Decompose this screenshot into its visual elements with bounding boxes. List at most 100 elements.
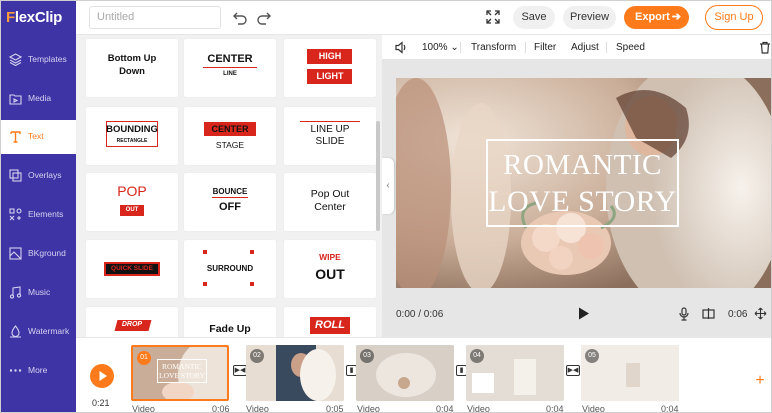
sidebar-item-bkground[interactable]: BKground bbox=[1, 237, 76, 271]
preset-line-2: LINE bbox=[223, 71, 237, 77]
sidebar-item-text[interactable]: Text bbox=[1, 120, 76, 154]
watermark-icon bbox=[10, 325, 21, 338]
editor-area: 100% ⌄ Transform Filter Adjust Speed ROM… bbox=[382, 35, 771, 337]
duration-time: 0:06 bbox=[728, 309, 748, 320]
video-title-overlay[interactable]: ROMANTIC LOVE STORY bbox=[486, 139, 679, 227]
text-preset-card[interactable]: SURROUND bbox=[184, 240, 276, 298]
chevron-left-icon: ‹ bbox=[386, 180, 390, 191]
text-preset-card[interactable]: LINE UP SLIDE bbox=[284, 107, 376, 165]
save-button[interactable]: Save bbox=[513, 6, 555, 29]
sidebar-item-media[interactable]: Media bbox=[1, 82, 76, 116]
preset-line-1: Fade Up bbox=[209, 323, 251, 335]
preset-line-2: Center bbox=[314, 201, 346, 213]
transform-button[interactable]: Transform bbox=[471, 42, 516, 53]
text-preset-card[interactable]: Bottom Up Down bbox=[86, 39, 178, 97]
timeline-clip[interactable]: 04 bbox=[466, 345, 564, 401]
preset-line-1: POP bbox=[117, 183, 147, 199]
sidebar-item-label: Templates bbox=[28, 54, 67, 64]
speaker-icon[interactable] bbox=[395, 41, 408, 54]
clip-type-label: Video bbox=[246, 404, 269, 413]
fullscreen-icon[interactable] bbox=[754, 307, 767, 320]
collapse-panel-handle[interactable]: ‹ bbox=[382, 158, 394, 214]
sidebar-item-templates[interactable]: Templates bbox=[1, 43, 76, 77]
zoom-select[interactable]: 100% ⌄ bbox=[422, 42, 459, 53]
timeline-clip[interactable]: ROMANTIC LOVE STORY 01 bbox=[131, 345, 229, 401]
sidebar-item-music[interactable]: Music bbox=[1, 276, 76, 310]
timeline-play-button[interactable] bbox=[90, 364, 114, 388]
adjust-button[interactable]: Adjust bbox=[571, 42, 599, 53]
preset-line-1: LINE UP bbox=[310, 124, 350, 135]
fit-screen-icon[interactable] bbox=[486, 10, 500, 24]
timeline-clip[interactable]: 02 bbox=[246, 345, 344, 401]
clip-title-overlay: ROMANTIC LOVE STORY bbox=[157, 359, 207, 383]
timeline: 0:21 ROMANTIC LOVE STORY 01 Video 0:06 ▶… bbox=[76, 337, 771, 413]
text-preset-card[interactable]: BOUNDING RECTANGLE bbox=[86, 107, 178, 165]
preset-line-1: Pop Out bbox=[310, 188, 350, 200]
trash-icon[interactable] bbox=[759, 41, 771, 54]
timeline-clip[interactable]: 05 bbox=[581, 345, 679, 401]
text-preset-card[interactable]: BOUNCE OFF bbox=[184, 173, 276, 231]
text-icon bbox=[10, 131, 21, 143]
sidebar-item-more[interactable]: More bbox=[1, 354, 76, 388]
flexclip-logo[interactable]: FlexClip bbox=[6, 9, 62, 26]
text-preset-card[interactable]: CENTER LINE bbox=[184, 39, 276, 97]
undo-icon[interactable] bbox=[232, 9, 248, 25]
media-icon bbox=[9, 94, 22, 105]
preview-button[interactable]: Preview bbox=[563, 6, 616, 29]
project-title-input[interactable]: Untitled bbox=[89, 6, 221, 29]
overlays-icon bbox=[9, 169, 22, 182]
toolbar-divider bbox=[525, 42, 526, 53]
app-window: FlexClip Untitled Save Preview Export ➔ S… bbox=[0, 0, 772, 413]
sidebar-item-watermark[interactable]: Watermark bbox=[1, 315, 76, 349]
aspect-ratio-icon[interactable] bbox=[702, 307, 715, 320]
logo-f: F bbox=[6, 9, 15, 26]
clip-number-badge: 02 bbox=[250, 349, 264, 363]
more-icon bbox=[9, 369, 22, 372]
sidebar-item-elements[interactable]: Elements bbox=[1, 198, 76, 232]
microphone-icon[interactable] bbox=[678, 307, 690, 321]
text-preset-card[interactable]: QUICK SLIDE bbox=[86, 240, 178, 298]
panel-scrollbar[interactable] bbox=[376, 121, 380, 231]
speed-button[interactable]: Speed bbox=[616, 42, 645, 53]
text-preset-card[interactable]: CENTER STAGE bbox=[184, 107, 276, 165]
background-icon bbox=[9, 247, 22, 260]
sidebar-item-label: BKground bbox=[28, 248, 66, 258]
transition-icon[interactable]: ▶◀ bbox=[566, 365, 580, 376]
text-preset-card[interactable]: POP OUT bbox=[86, 173, 178, 231]
sign-up-button[interactable]: Sign Up bbox=[705, 5, 763, 30]
timeline-clip[interactable]: 03 bbox=[356, 345, 454, 401]
editor-toolbar: 100% ⌄ Transform Filter Adjust Speed bbox=[382, 35, 771, 60]
clip-duration: 0:05 bbox=[326, 404, 344, 413]
text-preset-card[interactable]: ROLL bbox=[284, 307, 376, 337]
templates-icon bbox=[9, 53, 22, 66]
sidebar-item-overlays[interactable]: Overlays bbox=[1, 159, 76, 193]
preset-line-1: QUICK SLIDE bbox=[111, 265, 153, 272]
play-icon[interactable] bbox=[578, 307, 590, 320]
add-clip-icon[interactable]: + bbox=[753, 373, 767, 389]
text-preset-card[interactable]: HIGH LIGHT bbox=[284, 39, 376, 97]
export-button[interactable]: Export ➔ bbox=[624, 6, 689, 29]
zoom-value: 100% bbox=[422, 42, 448, 53]
preset-line-2: SLIDE bbox=[315, 136, 345, 147]
preset-line-1: Bottom Up bbox=[107, 53, 157, 64]
play-icon bbox=[99, 371, 107, 381]
text-preset-card[interactable]: Fade Up bbox=[184, 307, 276, 337]
transition-icon[interactable]: ▶◀ bbox=[233, 365, 247, 376]
preset-line-2: STAGE bbox=[215, 140, 245, 150]
preset-line-2: Down bbox=[119, 66, 145, 77]
filter-button[interactable]: Filter bbox=[534, 42, 556, 53]
preset-dot bbox=[203, 250, 207, 254]
text-preset-card[interactable]: WIPE OUT bbox=[284, 240, 376, 298]
top-bar: FlexClip Untitled Save Preview Export ➔ S… bbox=[1, 1, 771, 35]
redo-icon[interactable] bbox=[256, 9, 272, 25]
text-preset-card[interactable]: DROP bbox=[86, 307, 178, 337]
video-preview[interactable]: ROMANTIC LOVE STORY bbox=[396, 78, 771, 288]
text-preset-card[interactable]: Pop Out Center bbox=[284, 173, 376, 231]
elements-icon bbox=[9, 208, 22, 221]
preset-line-2: OUT bbox=[315, 266, 345, 282]
preset-dot bbox=[250, 282, 254, 286]
preset-line-1: BOUNCE bbox=[212, 187, 248, 196]
timeline-total-time: 0:21 bbox=[92, 398, 110, 408]
preset-line-1: HIGH bbox=[318, 51, 342, 61]
video-title-line-1: ROMANTIC bbox=[503, 149, 662, 181]
